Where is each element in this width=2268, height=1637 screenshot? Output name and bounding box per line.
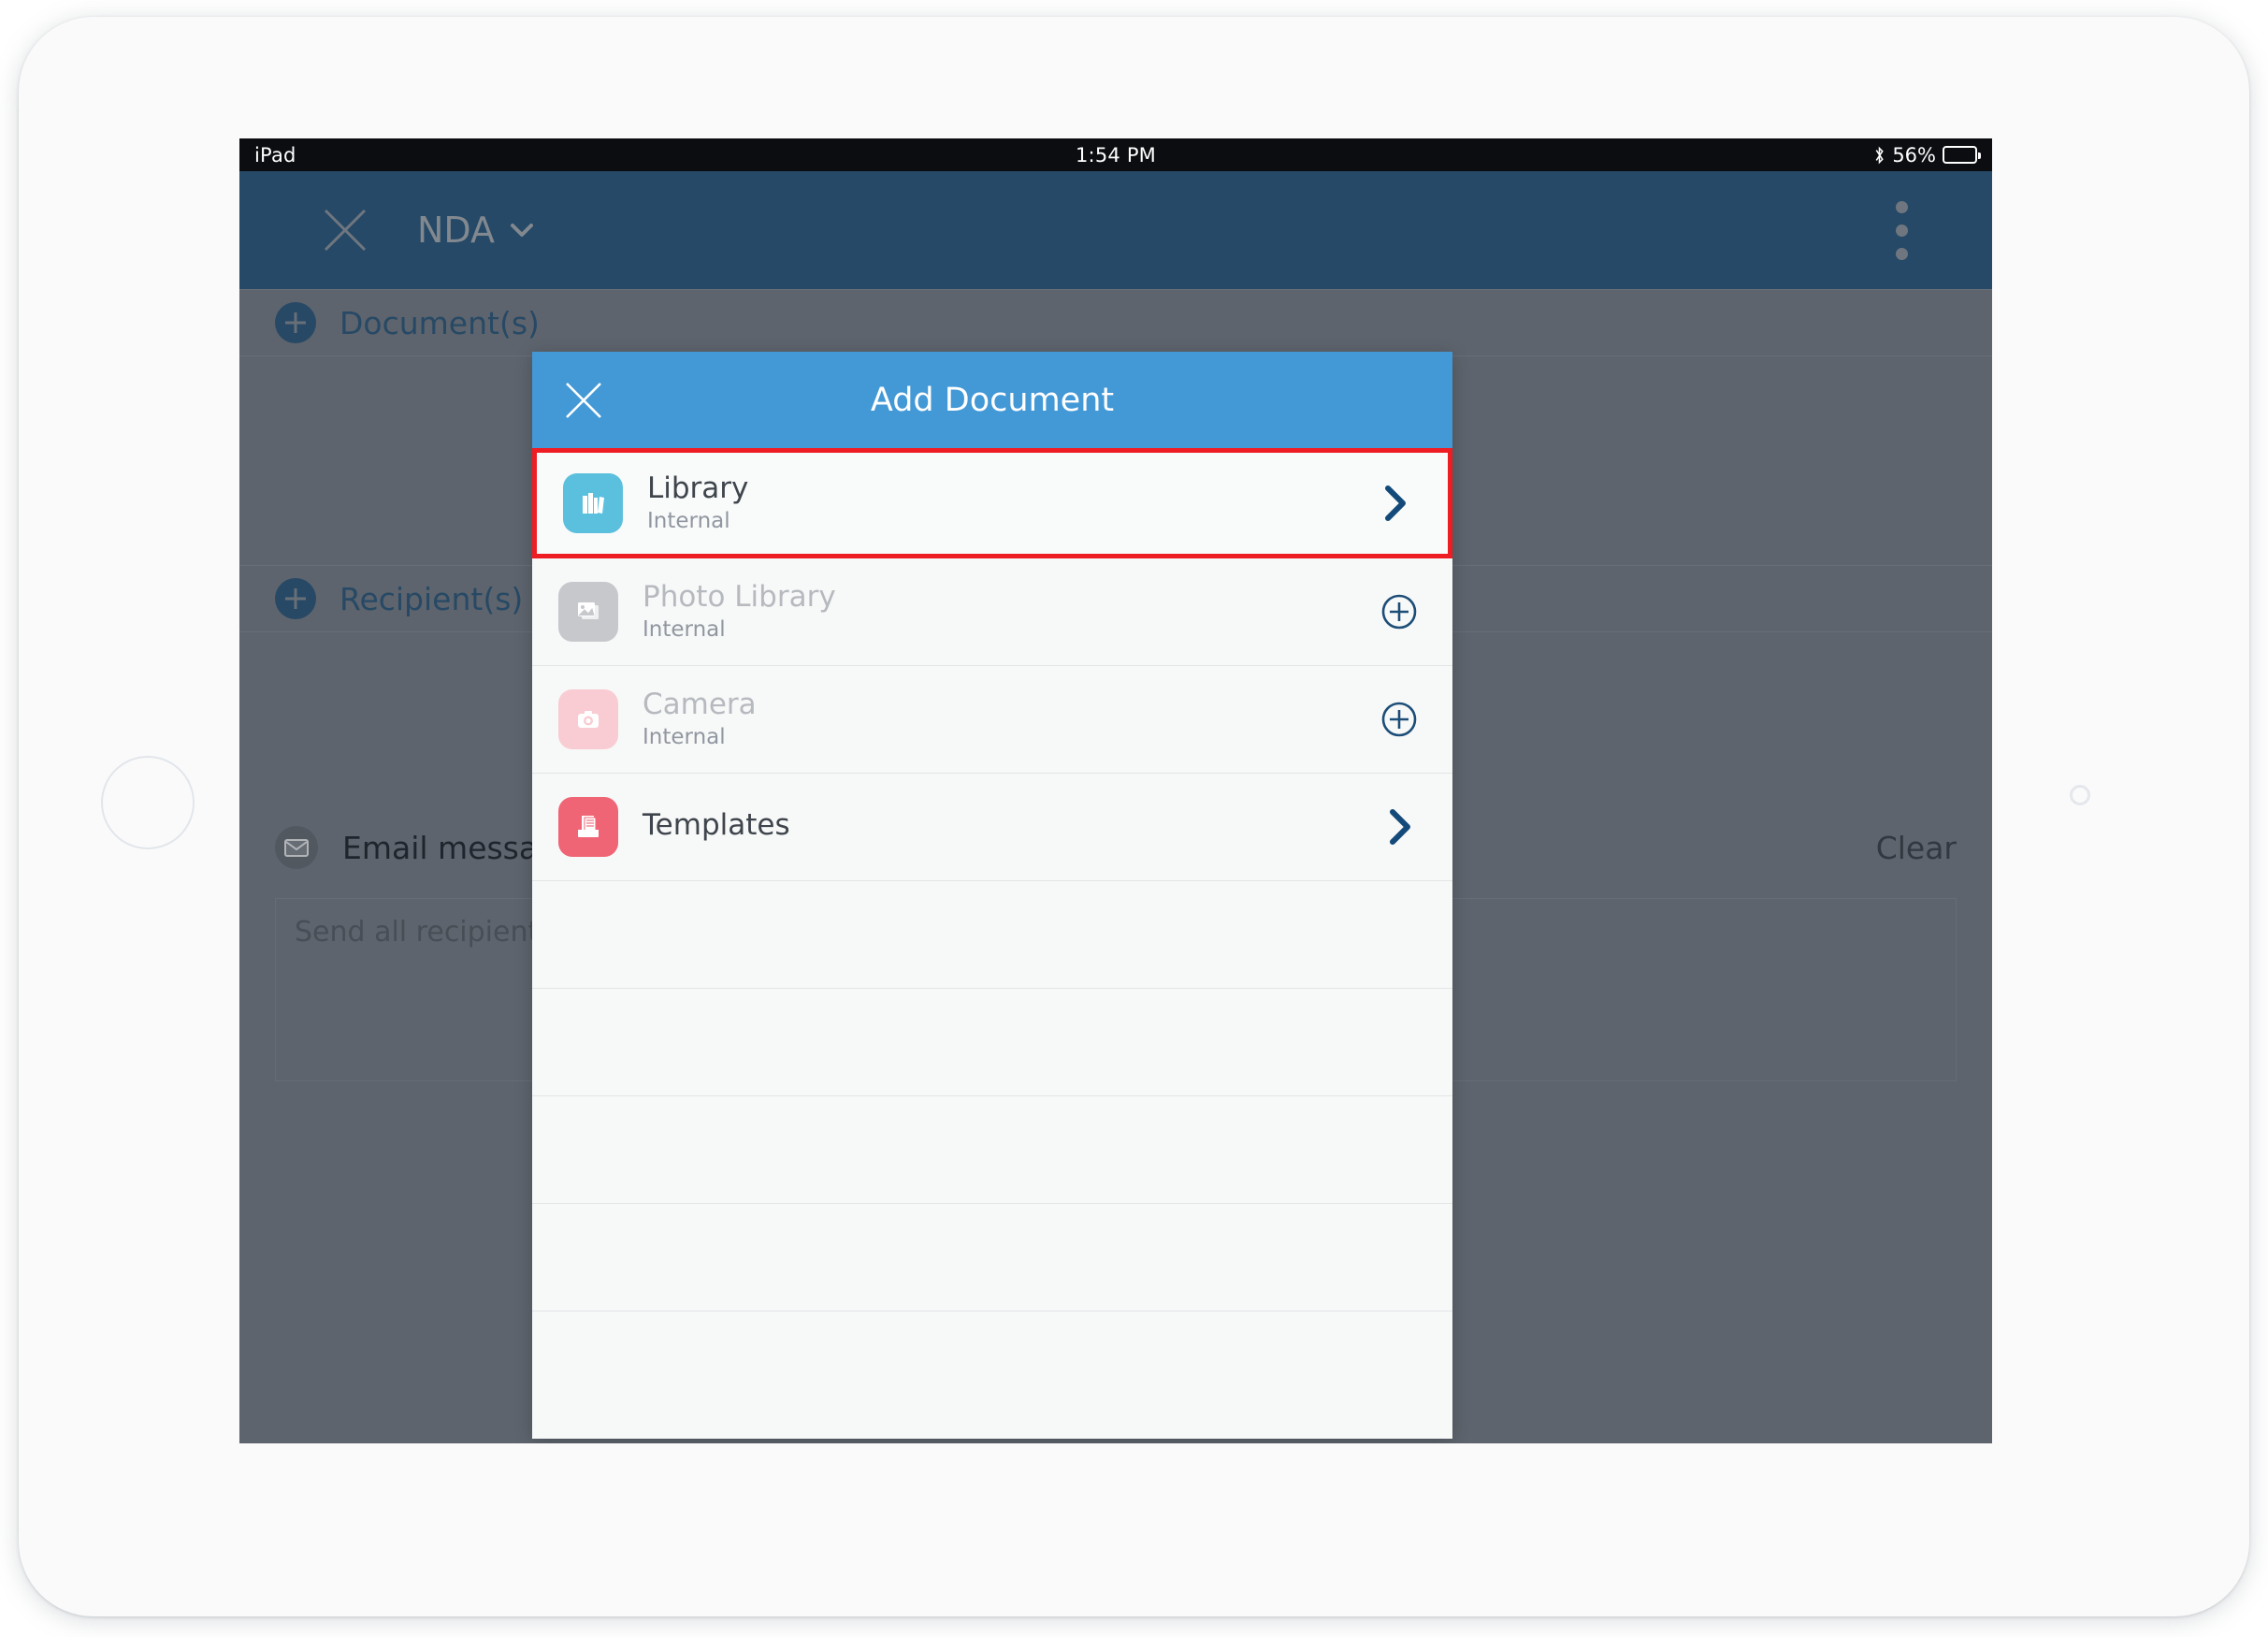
source-subtitle: Internal	[647, 509, 730, 534]
source-row-library[interactable]: Library Internal	[532, 448, 1452, 558]
chevron-right-glyph	[1385, 485, 1406, 521]
battery-icon	[1943, 146, 1981, 164]
photo-icon	[558, 582, 618, 642]
list-empty-row	[532, 1311, 1452, 1419]
plus-circle-outline-icon[interactable]	[1374, 587, 1424, 637]
dialog-title: Add Document	[870, 381, 1115, 419]
home-button[interactable]	[101, 756, 195, 849]
books-glyph	[583, 493, 604, 514]
source-title: Library	[647, 471, 749, 506]
plus-circle-outline-glyph	[1381, 594, 1417, 630]
plus-circle-outline-icon[interactable]	[1374, 694, 1424, 745]
source-subtitle: Internal	[643, 725, 726, 750]
source-row-templates[interactable]: Templates	[532, 774, 1452, 881]
books-icon	[563, 473, 623, 533]
ipad-device-frame: iPad 1:54 PM 56% NDA Document(s) Recipie…	[19, 17, 2249, 1616]
source-row-photo-library[interactable]: Photo Library Internal	[532, 558, 1452, 666]
add-document-dialog: Add Document Library Internal Photo Libr…	[532, 352, 1452, 1439]
status-bar: iPad 1:54 PM 56%	[239, 138, 1992, 171]
source-row-text: Library Internal	[647, 472, 748, 533]
source-title: Photo Library	[643, 580, 836, 615]
source-row-text: Camera Internal	[643, 688, 757, 749]
template-tray-glyph	[578, 816, 599, 837]
status-right-group: 56%	[1873, 143, 1981, 167]
source-row-text: Photo Library Internal	[643, 581, 836, 642]
bluetooth-icon	[1875, 146, 1885, 164]
plus-circle-outline-glyph	[1381, 702, 1417, 737]
list-empty-row	[532, 1096, 1452, 1204]
battery-percent-label: 56%	[1892, 143, 1936, 167]
ipad-screen: iPad 1:54 PM 56% NDA Document(s) Recipie…	[239, 138, 1992, 1443]
dialog-header: Add Document	[532, 352, 1452, 448]
front-camera-dot	[2070, 785, 2090, 805]
source-title: Camera	[643, 688, 757, 722]
source-row-camera[interactable]: Camera Internal	[532, 666, 1452, 774]
chevron-right-icon[interactable]	[1374, 802, 1424, 852]
template-tray-icon	[558, 797, 618, 857]
photo-glyph	[578, 602, 599, 619]
source-title: Templates	[643, 807, 790, 842]
camera-glyph	[578, 711, 599, 728]
source-subtitle: Internal	[643, 617, 726, 643]
camera-icon	[558, 689, 618, 749]
list-empty-row	[532, 989, 1452, 1096]
chevron-right-glyph	[1390, 809, 1410, 845]
close-x-icon	[566, 382, 601, 418]
add-document-source-list: Library Internal Photo Library Internal …	[532, 448, 1452, 1419]
source-row-text: Templates	[643, 807, 790, 846]
list-empty-row	[532, 881, 1452, 989]
status-clock: 1:54 PM	[1075, 143, 1156, 167]
list-empty-row	[532, 1204, 1452, 1311]
dialog-close-button[interactable]	[562, 379, 605, 422]
chevron-right-icon[interactable]	[1369, 478, 1420, 529]
